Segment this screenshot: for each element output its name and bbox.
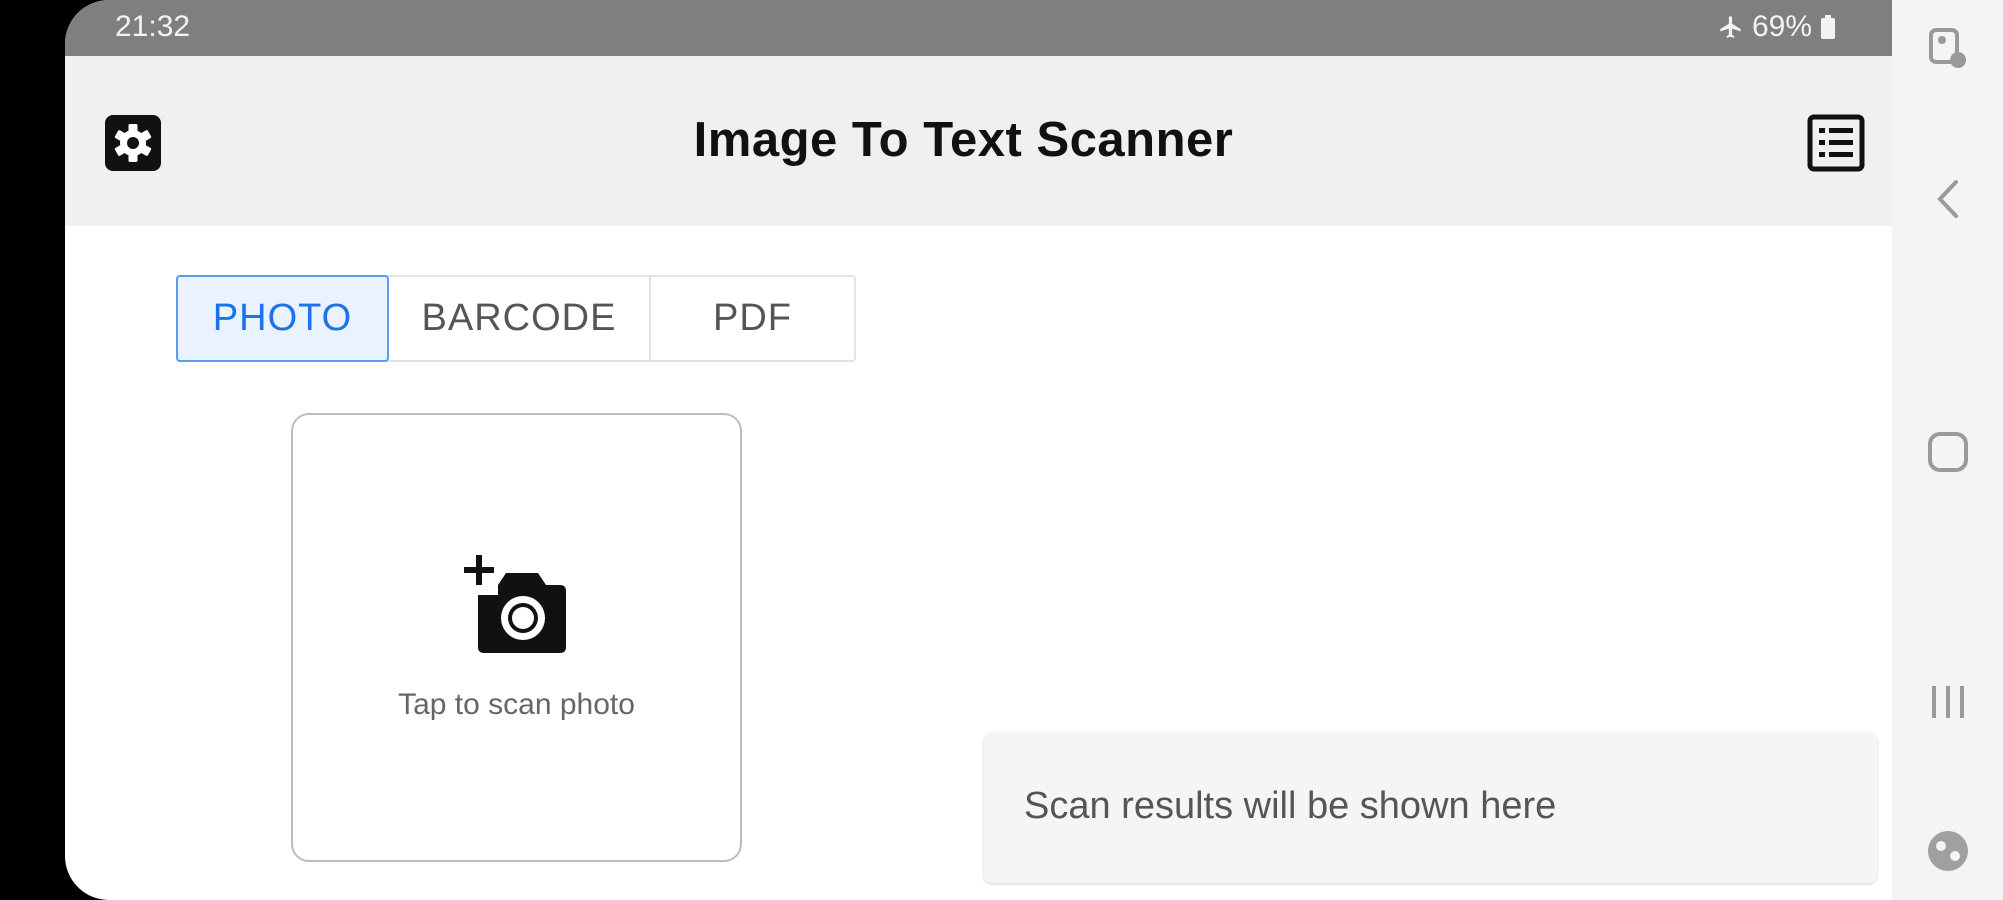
list-icon [1806,114,1866,177]
status-indicators: 69% [1718,10,1836,44]
status-time: 21:32 [115,10,191,43]
history-button[interactable] [1806,113,1866,173]
tab-pdf[interactable]: PDF [651,277,854,360]
scan-photo-card[interactable]: Tap to scan photo [291,413,742,862]
screenshot-edit-button[interactable] [1892,26,2003,77]
tab-barcode[interactable]: BARCODE [389,277,651,360]
app-title: Image To Text Scanner [693,113,1234,167]
scan-photo-label: Tap to scan photo [398,688,635,721]
scan-results-placeholder: Scan results will be shown here [1024,785,1557,827]
screenshot-edit-icon [1925,26,1971,77]
airplane-icon [1718,14,1744,40]
home-icon [1926,430,1970,479]
back-icon [1928,176,1968,227]
system-nav-bar [1892,0,2003,900]
scan-results-box[interactable]: Scan results will be shown here [984,733,1877,883]
recents-button[interactable] [1892,680,2003,729]
assistant-button[interactable] [1892,828,2003,879]
status-bar: 21:32 69% [65,0,1892,56]
home-button[interactable] [1892,430,2003,479]
back-button[interactable] [1892,176,2003,227]
recents-icon [1926,680,1970,729]
tab-photo[interactable]: PHOTO [176,275,389,362]
battery-level: 69% [1751,10,1812,43]
add-camera-icon [462,555,574,667]
mode-tabs: PHOTO BARCODE PDF [176,275,856,362]
app-bar: Image To Text Scanner [65,56,1892,226]
battery-icon [1820,14,1836,40]
app-screen: 21:32 69% Image To Text Scanner PHOTO BA… [65,0,1892,900]
assistant-icon [1925,828,1971,879]
